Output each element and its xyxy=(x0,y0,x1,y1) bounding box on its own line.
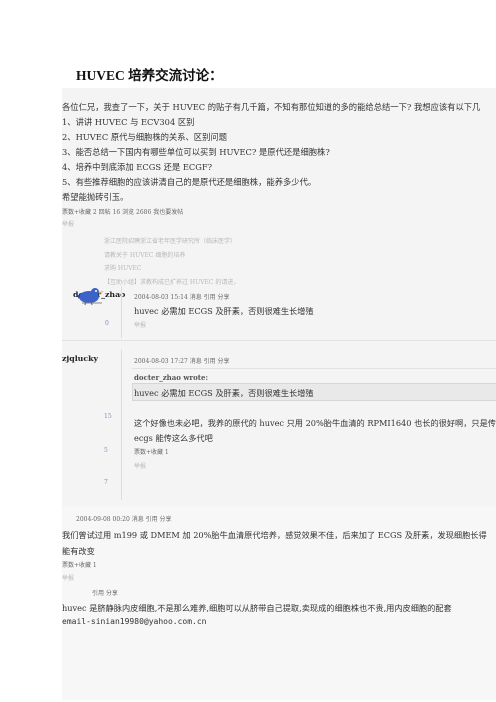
quote-author: docter_zhao wrote: xyxy=(134,373,209,382)
post4-text-line-1: huvec 是脐静脉内皮细胞,不是那么难养,细胞可以从脐带自己提取,卖现成的细胞… xyxy=(62,603,452,613)
post2-meta[interactable]: 2004-08-03 17:27 消息 引用 分享 xyxy=(134,356,230,365)
post4-meta[interactable]: 引用 分享 xyxy=(92,588,118,597)
related-link-3[interactable]: 求购 HUVEC xyxy=(104,263,142,272)
post2-username[interactable]: zjqlucky xyxy=(62,354,98,363)
post2-text-line-1: 这个好像也未必吧，我养的原代的 huvec 只用 20%胎牛血清的 RPMI16… xyxy=(134,418,496,428)
related-link-1[interactable]: 浙江医院招聘浙江省老年医学研究所（临床医学） xyxy=(104,236,236,245)
intro-line-3: 2、HUVEC 原代与细胞株的关系、区别问题 xyxy=(62,132,227,142)
post4-email[interactable]: email-sinian19980@yahoo.com.cn xyxy=(62,617,207,626)
post2-count-1: 15 xyxy=(104,413,112,420)
post3-meta[interactable]: 2004-09-08 00:20 消息 引用 分享 xyxy=(76,514,172,523)
post3-report-link[interactable]: 举报 xyxy=(62,573,74,582)
intro-line-6: 5、有些推荐细胞的应该讲清自己的是原代还是细胞株，能养多少代。 xyxy=(62,177,317,187)
post1-text: huvec 必需加 ECGS 及肝素，否则很难生长增殖 xyxy=(134,306,314,316)
post3-text-line-2: 能有改变 xyxy=(62,546,95,556)
post1-separator xyxy=(62,340,496,341)
related-link-4[interactable]: 【互助小组】求教构成已扩养过 HUVEC 的请进， xyxy=(104,277,239,286)
avatar xyxy=(74,282,108,308)
post2-text-line-2: ecgs 能传这么多代吧 xyxy=(134,433,213,443)
intro-line-1: 各位仁兄，我查了一下，关于 HUVEC 的贴子有几千篇，不知有那位知道的多的能给… xyxy=(62,102,481,112)
post2-divider xyxy=(121,350,122,500)
intro-line-5: 4、培养中到底添加 ECGS 还是 ECGF? xyxy=(62,162,213,172)
post2-report-link[interactable]: 举报 xyxy=(134,461,146,470)
post1-count: 0 xyxy=(105,320,109,327)
quote-text: huvec 必需加 ECGS 及肝素，否则很难生长增殖 xyxy=(134,388,314,398)
post1-divider xyxy=(121,286,122,338)
intro-line-2: 1、讲讲 HUVEC 与 ECV304 区别 xyxy=(62,117,195,127)
post3-votes[interactable]: 票数+收藏 1 xyxy=(62,560,97,569)
post2-count-2: 5 xyxy=(104,447,108,454)
page-title: HUVEC 培养交流讨论： xyxy=(76,68,223,83)
bird-icon xyxy=(75,288,104,306)
post2-count-3: 7 xyxy=(104,479,108,486)
intro-line-7: 希望能抛砖引玉。 xyxy=(62,192,129,202)
intro-meta[interactable]: 票数+收藏 2 回帖 16 浏览 2686 我也要发帖 xyxy=(62,207,183,216)
post2-votes[interactable]: 票数+收藏 1 xyxy=(134,447,169,456)
post2-header-rule xyxy=(132,368,496,369)
post1-report-link[interactable]: 举报 xyxy=(134,320,146,329)
post3-text-line-1: 我们曾试过用 m199 或 DMEM 加 20%胎牛血清原代培养，感觉效果不佳，… xyxy=(62,530,487,540)
related-link-2[interactable]: 请教关于 HUVEC 细胞的培养 xyxy=(104,250,185,259)
post1-meta[interactable]: 2004-08-03 15:14 消息 引用 分享 xyxy=(134,292,230,301)
intro-line-4: 3、能否总结一下国内有哪些单位可以买到 HUVEC? 是原代还是细胞株? xyxy=(62,147,330,157)
intro-report-link[interactable]: 举报 xyxy=(62,219,74,228)
